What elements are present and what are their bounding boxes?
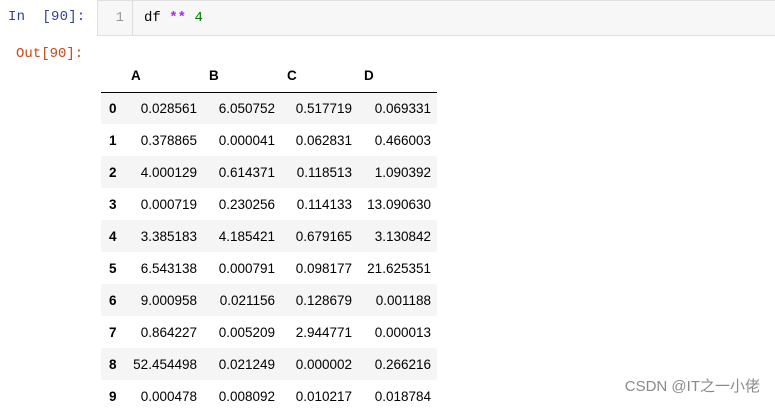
row-index: 1 — [109, 132, 117, 148]
code-variable: df — [144, 10, 161, 26]
cell-a: 52.454498 — [133, 356, 197, 372]
cell-b: 0.614371 — [218, 164, 275, 180]
cell-a: 3.385183 — [140, 228, 197, 244]
cell-a: 0.028561 — [140, 100, 197, 116]
column-header-c: C — [281, 60, 358, 93]
cell-b: 6.050752 — [218, 100, 275, 116]
table-row: 6 9.000958 0.021156 0.128679 0.001188 — [101, 284, 437, 316]
table-row: 7 0.864227 0.005209 2.944771 0.000013 — [101, 316, 437, 348]
cell-c: 0.517719 — [295, 100, 352, 116]
watermark-text: CSDN @IT之一小佬 — [624, 378, 760, 395]
row-index: 7 — [109, 324, 117, 340]
table-body: 0 0.028561 6.050752 0.517719 0.069331 1 0.3788… — [101, 92, 437, 412]
cell-a: 6.543138 — [140, 260, 197, 276]
cell-c: 0.098177 — [295, 260, 352, 276]
cell-b: 0.000791 — [218, 260, 275, 276]
line-number: 1 — [115, 10, 124, 26]
row-index: 6 — [109, 292, 117, 308]
row-index: 8 — [109, 356, 117, 372]
cell-c: 0.128679 — [295, 292, 352, 308]
cell-a: 0.000478 — [140, 388, 197, 404]
dataframe-table: A B C D 0 0.028561 6.050752 0.517719 0.06933… — [101, 60, 437, 412]
row-index: 9 — [109, 388, 117, 404]
cell-c: 0.010217 — [295, 388, 352, 404]
table-row: 5 6.543138 0.000791 0.098177 21.625351 — [101, 252, 437, 284]
cell-d: 0.018784 — [374, 388, 431, 404]
cell-a: 9.000958 — [140, 292, 197, 308]
code-cell-editor[interactable]: 1 df ** 4 — [97, 0, 775, 36]
cell-d: 21.625351 — [367, 260, 431, 276]
cell-b: 0.021249 — [218, 356, 275, 372]
cell-d: 0.466003 — [374, 132, 431, 148]
row-index: 3 — [109, 196, 117, 212]
cell-d: 0.069331 — [374, 100, 431, 116]
input-prompt: In [90]: — [8, 9, 86, 25]
column-header-d: D — [358, 60, 437, 93]
table-row: 9 0.000478 0.008092 0.010217 0.018784 — [101, 380, 437, 412]
table-row: 2 4.000129 0.614371 0.118513 1.090392 — [101, 156, 437, 188]
row-index: 0 — [109, 100, 117, 116]
cell-b: 0.021156 — [219, 292, 275, 308]
row-index: 4 — [109, 228, 117, 244]
cell-b: 4.185421 — [218, 228, 275, 244]
code-number: 4 — [194, 10, 203, 26]
table-header-row: A B C D — [101, 60, 437, 93]
cell-a: 0.864227 — [140, 324, 197, 340]
cell-d: 3.130842 — [374, 228, 431, 244]
cell-d: 0.266216 — [374, 356, 431, 372]
cell-b: 0.000041 — [218, 132, 275, 148]
cell-c: 0.118513 — [296, 164, 352, 180]
line-number-gutter: 1 — [98, 1, 133, 35]
cell-c: 0.062831 — [295, 132, 352, 148]
code-operator: ** — [169, 10, 187, 26]
table-row: 8 52.454498 0.021249 0.000002 0.266216 — [101, 348, 437, 380]
table-row: 0 0.028561 6.050752 0.517719 0.069331 — [101, 92, 437, 124]
row-index: 5 — [109, 260, 117, 276]
table-row: 3 0.000719 0.230256 0.114133 13.090630 — [101, 188, 437, 220]
index-header — [101, 60, 125, 93]
cell-d: 0.000013 — [374, 324, 431, 340]
cell-b: 0.005209 — [218, 324, 275, 340]
cell-b: 0.230256 — [218, 196, 275, 212]
code-line[interactable]: df ** 4 — [144, 10, 203, 26]
cell-c: 0.679165 — [295, 228, 352, 244]
cell-c: 2.944771 — [295, 324, 352, 340]
cell-d: 0.001188 — [375, 292, 431, 308]
table-row: 4 3.385183 4.185421 0.679165 3.130842 — [101, 220, 437, 252]
cell-a: 0.000719 — [140, 196, 197, 212]
cell-d: 13.090630 — [367, 196, 431, 212]
cell-a: 4.000129 — [140, 164, 197, 180]
cell-c: 0.114133 — [296, 196, 352, 212]
column-header-b: B — [203, 60, 281, 93]
row-index: 2 — [109, 164, 117, 180]
column-header-a: A — [125, 60, 203, 93]
cell-a: 0.378865 — [140, 132, 197, 148]
output-prompt: Out[90]: — [16, 46, 84, 62]
cell-b: 0.008092 — [218, 388, 275, 404]
cell-c: 0.000002 — [295, 356, 352, 372]
cell-d: 1.090392 — [374, 164, 431, 180]
table-row: 1 0.378865 0.000041 0.062831 0.466003 — [101, 124, 437, 156]
